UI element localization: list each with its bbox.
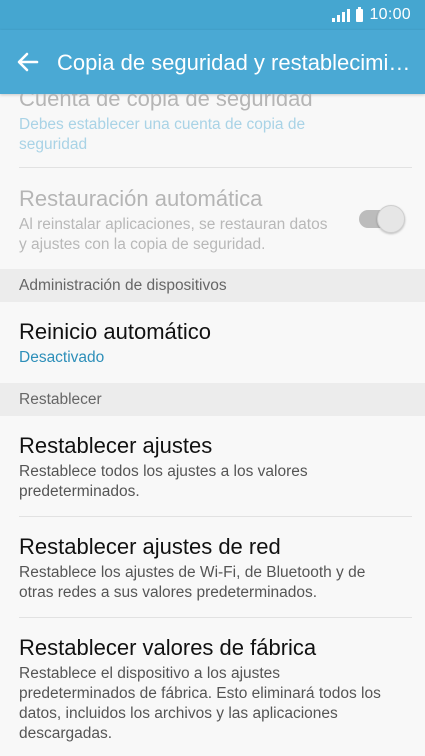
auto-restart-value: Desactivado — [19, 349, 105, 366]
auto-restore-subtitle: Al reinstalar aplicaciones, se restauran… — [19, 216, 328, 253]
section-label: Restablecer — [19, 391, 102, 408]
reset-network-title: Restablecer ajustes de red — [19, 534, 281, 559]
status-icons: 10:00 — [332, 5, 411, 25]
auto-restore-title: Restauración automática — [19, 186, 263, 211]
divider — [19, 617, 412, 618]
reset-settings-subtitle: Restablece todos los ajustes a los valor… — [19, 463, 308, 500]
page-title: Copia de seguridad y restablecimiento — [57, 50, 417, 75]
auto-restart-item[interactable]: Reinicio automático Desactivado — [19, 319, 412, 368]
factory-reset-title: Restablecer valores de fábrica — [19, 635, 317, 660]
backup-account-subtitle: Debes establecer una cuenta de copia de … — [19, 116, 306, 153]
reset-settings-title: Restablecer ajustes — [19, 433, 213, 458]
factory-reset-subtitle: Restablece el dispositivo a los ajustes … — [19, 665, 381, 742]
divider — [19, 167, 412, 168]
section-header-device-admin: Administración de dispositivos — [0, 269, 425, 302]
factory-reset-item[interactable]: Restablecer valores de fábrica Restablec… — [19, 635, 412, 744]
section-header-reset: Restablecer — [0, 383, 425, 416]
battery-icon — [356, 6, 364, 22]
divider — [19, 516, 412, 517]
app-bar: Copia de seguridad y restablecimiento — [0, 30, 425, 94]
settings-list[interactable]: Cuenta de copia de seguridad Debes estab… — [0, 94, 425, 756]
back-button[interactable] — [14, 48, 42, 76]
status-time: 10:00 — [369, 6, 411, 23]
backup-account-item[interactable]: Cuenta de copia de seguridad Debes estab… — [19, 94, 412, 155]
backup-account-title: Cuenta de copia de seguridad — [19, 94, 313, 111]
reset-network-item[interactable]: Restablecer ajustes de red Restablece lo… — [19, 534, 412, 603]
reset-settings-item[interactable]: Restablecer ajustes Restablece todos los… — [19, 433, 412, 502]
arrow-left-icon — [17, 52, 39, 72]
signal-icon — [332, 8, 351, 22]
status-bar: 10:00 — [0, 0, 425, 30]
auto-restore-item[interactable]: Restauración automática Al reinstalar ap… — [19, 186, 412, 255]
auto-restore-toggle[interactable] — [359, 205, 405, 233]
section-label: Administración de dispositivos — [19, 277, 227, 294]
toggle-thumb — [377, 205, 405, 233]
auto-restart-title: Reinicio automático — [19, 319, 211, 344]
reset-network-subtitle: Restablece los ajustes de Wi-Fi, de Blue… — [19, 564, 366, 601]
